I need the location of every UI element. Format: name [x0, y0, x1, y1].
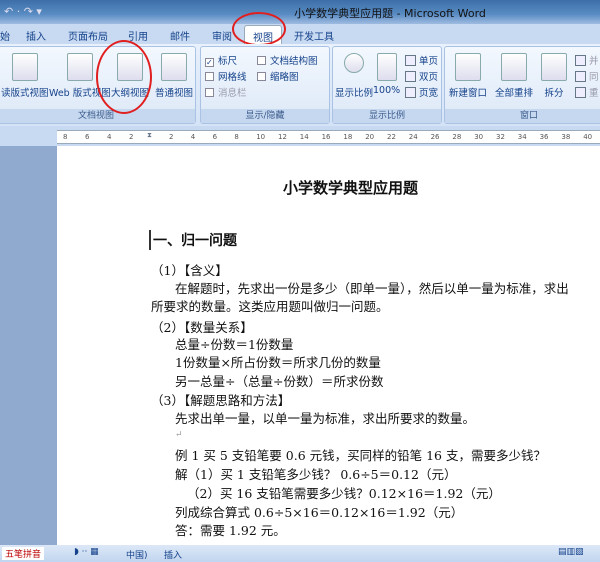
- tab-home[interactable]: 始: [0, 28, 10, 43]
- group-show-hide-frame: ✓ 标尺 网格线 消息栏 文档结构图 缩略图 显示/隐藏: [200, 46, 330, 124]
- group-label: 显示比例: [333, 109, 441, 123]
- ruler-tick-label: 14: [299, 133, 309, 141]
- ruler-tick-label: 22: [387, 133, 396, 141]
- gridlines-checkbox[interactable]: 网格线: [205, 69, 247, 83]
- group-label: 显示/隐藏: [201, 109, 329, 123]
- ruler-tick-label: 12: [278, 133, 287, 141]
- ruler-tick-label: 36: [539, 133, 549, 141]
- doc-line: 总量÷份数＝1份数量: [175, 337, 294, 352]
- ruler-tick-label: 38: [561, 133, 571, 141]
- doc-line: 答：需要 1.92 元。: [175, 523, 286, 538]
- insert-mode-status[interactable]: 插入: [164, 548, 182, 561]
- doc-line: （3）【解题思路和方法】: [151, 393, 291, 408]
- title-bar: ↶ · ↷ ▾ 小学数学典型应用题 - Microsoft Word: [0, 0, 600, 24]
- section-heading: 一、归一问题: [149, 230, 237, 250]
- globe-icon: [66, 53, 93, 81]
- document-page[interactable]: 小学数学典型应用题 一、归一问题 （1）【含义】 在解题时，先求出一份是多少（即…: [57, 146, 600, 545]
- new-window-button[interactable]: 新建窗口: [449, 53, 487, 99]
- draft-view-button[interactable]: 普通视图: [155, 53, 193, 99]
- zoom-button[interactable]: 显示比例: [335, 53, 373, 99]
- ribbon: 读版式视图 Web 版式视图 大纲视图 普通视图 文档视图 ✓ 标尺 网格线 消息…: [0, 44, 600, 126]
- zoom-100-button[interactable]: 100%: [373, 53, 400, 96]
- ruler-tick-label: 4: [190, 133, 196, 141]
- split-icon: [541, 53, 567, 81]
- thumbnails-checkbox[interactable]: 缩略图: [257, 69, 299, 83]
- paragraph-mark: ↵: [175, 430, 183, 440]
- check-icon: ✓: [205, 58, 214, 67]
- doc-line: 先求出单一量，以单一量为标准，求出所要求的数量。: [175, 411, 476, 426]
- document-map-checkbox[interactable]: 文档结构图: [257, 53, 318, 67]
- document-title: 小学数学典型应用题: [283, 179, 419, 197]
- ruler-checkbox[interactable]: ✓ 标尺: [205, 53, 237, 67]
- doc-line: （1）【含义】: [151, 263, 228, 278]
- ruler-tick-label: 28: [452, 133, 462, 141]
- highlight-circle-outline-view: [96, 40, 152, 114]
- doc-line: 解（1）买 1 支铅笔多少钱？ 0.6÷5＝0.12（元）: [175, 467, 457, 482]
- sync-scroll-button[interactable]: 同: [575, 69, 599, 83]
- highlight-circle-view-tab: [232, 12, 286, 46]
- magnifier-icon: [344, 53, 364, 73]
- ime-toolbar-icons[interactable]: ◗ ·· ▦: [74, 547, 99, 557]
- doc-line: 列成综合算式 0.6÷5×16＝0.12×16＝1.92（元）: [175, 505, 464, 520]
- tab-insert[interactable]: 插入: [26, 28, 46, 43]
- new-window-icon: [455, 53, 481, 81]
- group-label: 窗口: [445, 109, 600, 123]
- ruler-tick-label: 2: [169, 133, 174, 141]
- one-page-button[interactable]: 单页: [405, 53, 438, 67]
- side-by-side-button[interactable]: 并: [575, 53, 599, 67]
- group-label: 文档视图: [0, 109, 195, 123]
- group-zoom: 显示比例 100% 单页 双页 页宽 显示比例: [332, 46, 442, 124]
- ruler-tick-label: 26: [430, 133, 440, 141]
- ruler-tick-label: 40: [583, 133, 593, 141]
- ruler-tick-label: 20: [365, 133, 375, 141]
- ruler-tick-label: 6: [212, 133, 218, 141]
- two-pages-button[interactable]: 双页: [405, 69, 438, 83]
- message-bar-checkbox[interactable]: 消息栏: [205, 85, 247, 99]
- doc-line: 所要求的数量。这类应用题叫做归一问题。: [151, 299, 389, 314]
- doc-line: 例 1 买 5 支铅笔要 0.6 元钱，买同样的铅笔 16 支，需要多少钱？: [175, 448, 546, 463]
- arrange-all-icon: [501, 53, 527, 81]
- one-page-icon: [405, 55, 416, 66]
- page-100-icon: [376, 53, 397, 81]
- tab-page-layout[interactable]: 页面布局: [68, 28, 108, 43]
- doc-line: 另一总量÷（总量÷份数）＝所求份数: [175, 374, 384, 389]
- ruler-tick-label: 10: [256, 133, 266, 141]
- ruler-tick-label: 32: [496, 133, 505, 141]
- status-bar: 五笔拼音 ◗ ·· ▦ 中国) 插入 ▤▥▧: [0, 545, 600, 562]
- draft-page-icon: [161, 53, 187, 81]
- reading-layout-button[interactable]: 读版式视图: [1, 53, 49, 99]
- doc-line: （2）买 16 支铅笔需要多少钱？0.12×16＝1.92（元）: [187, 486, 501, 501]
- doc-line: 1份数量×所占份数＝所求几份的数量: [175, 355, 381, 370]
- tab-mailings[interactable]: 邮件: [170, 28, 190, 43]
- ruler-tick-label: 18: [343, 133, 353, 141]
- page-width-button[interactable]: 页宽: [405, 85, 438, 99]
- book-icon: [11, 53, 38, 81]
- horizontal-ruler[interactable]: 8 6 4 2 ⧗ 2 4 6 8 10 12 14 16 18 20 22 24 26 28 30 32 34…: [57, 130, 600, 144]
- window-title: 小学数学典型应用题 - Microsoft Word: [294, 7, 486, 20]
- group-window: 新建窗口 全部重排 拆分 并 同 重 窗口: [444, 46, 600, 124]
- tab-review[interactable]: 审阅: [212, 28, 232, 43]
- ribbon-tabs: 始 插入 页面布局 引用 邮件 审阅 视图 开发工具: [0, 24, 600, 44]
- split-button[interactable]: 拆分: [541, 53, 567, 99]
- arrange-all-button[interactable]: 全部重排: [495, 53, 533, 99]
- ruler-tick-label: 34: [517, 133, 527, 141]
- page-width-icon: [405, 87, 416, 98]
- ruler-tick-label: 8: [234, 133, 239, 141]
- language-status[interactable]: 中国): [126, 548, 148, 561]
- view-buttons[interactable]: ▤▥▧: [558, 547, 584, 557]
- two-pages-icon: [405, 71, 416, 82]
- ime-indicator[interactable]: 五笔拼音: [2, 547, 45, 560]
- ruler-tick-label: 30: [474, 133, 484, 141]
- indent-marker[interactable]: ⧗: [147, 131, 152, 140]
- doc-line: 在解题时，先求出一份是多少（即单一量），然后以单一量为标准，求出: [175, 281, 569, 296]
- reset-position-button[interactable]: 重: [575, 85, 599, 99]
- tab-developer[interactable]: 开发工具: [294, 28, 334, 43]
- ruler-tick-label: 16: [321, 133, 331, 141]
- ruler-tick-label: 24: [408, 133, 418, 141]
